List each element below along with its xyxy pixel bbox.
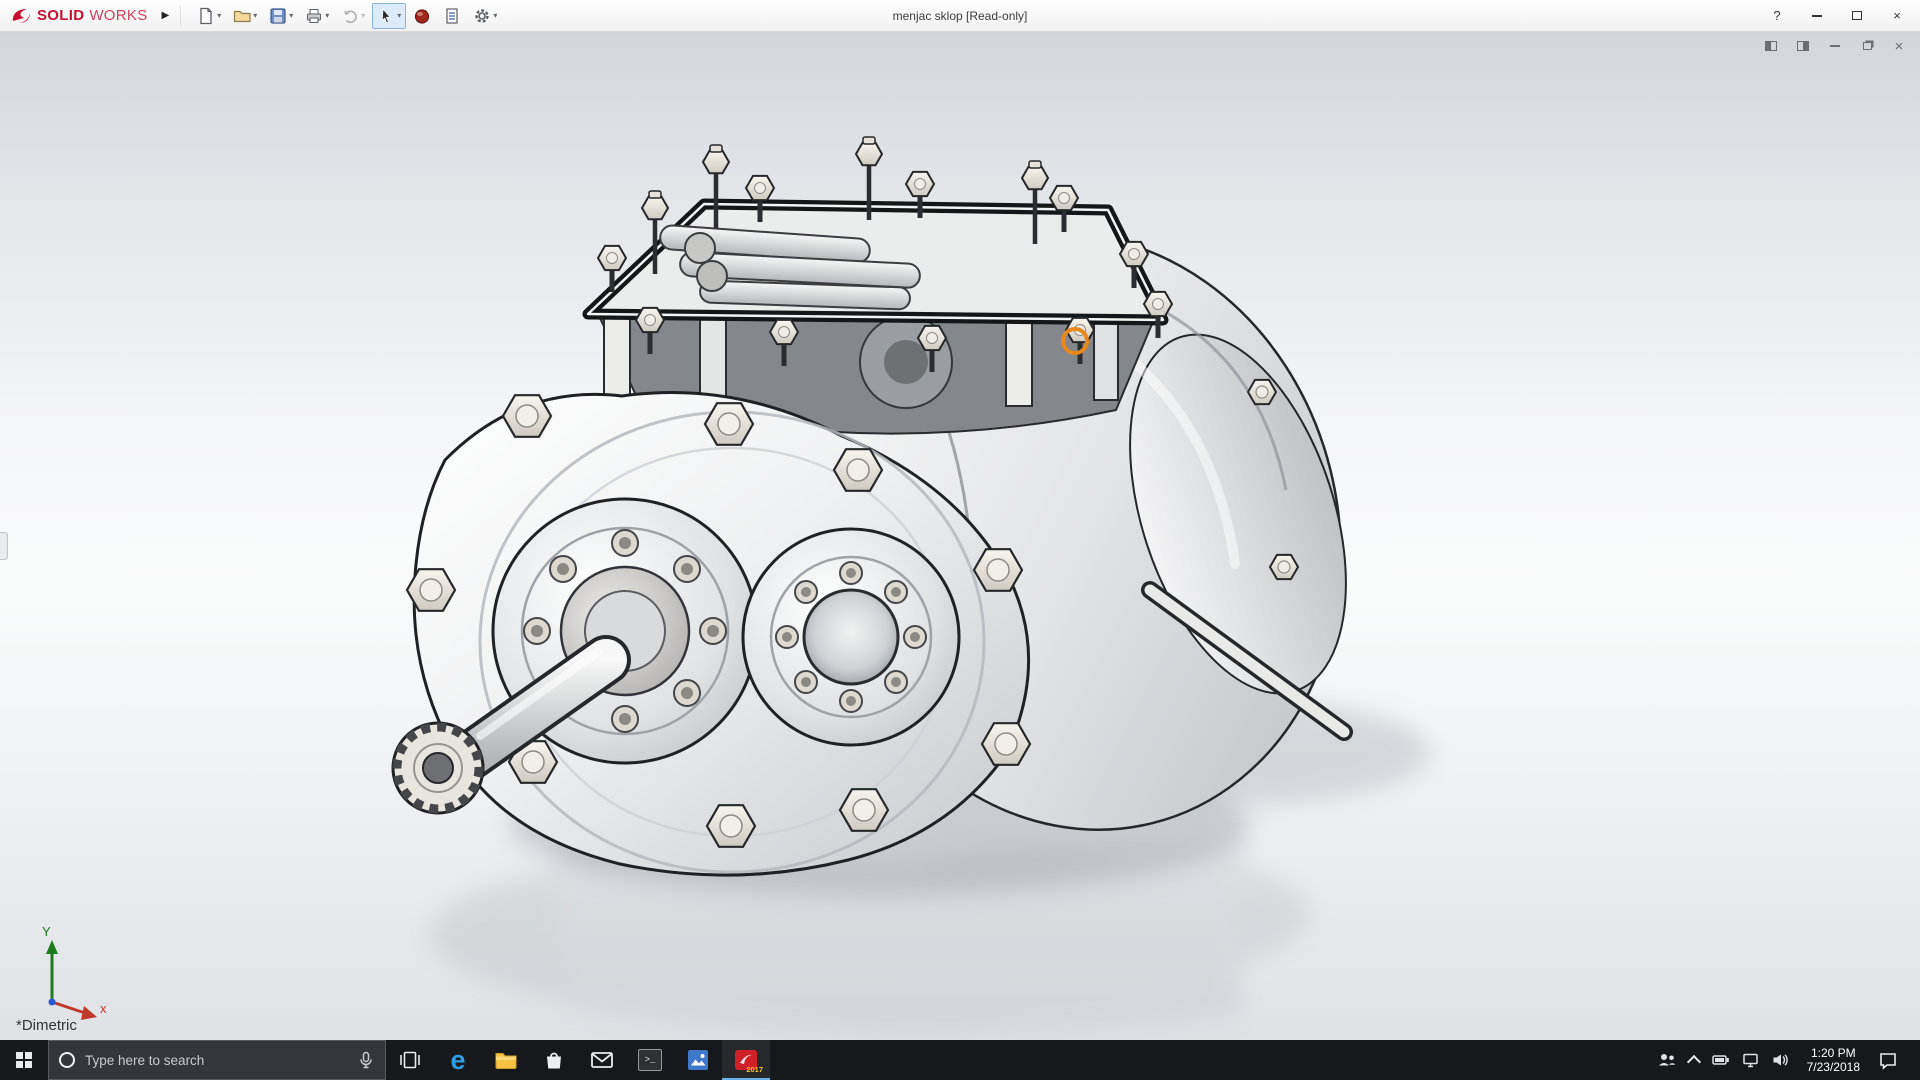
pinned-apps: e >_ — [386, 1040, 770, 1080]
solidworks-logo: SOLID WORKS — [0, 7, 154, 25]
mail-button[interactable] — [578, 1040, 626, 1080]
close-button[interactable]: × — [1890, 8, 1904, 24]
pane-left-icon — [1765, 41, 1777, 51]
photos-button[interactable] — [674, 1040, 722, 1080]
file-explorer-icon — [494, 1048, 518, 1072]
triad-x-label: x — [100, 1001, 107, 1016]
options-button[interactable]: ▾ — [468, 3, 502, 29]
taskbar: Type here to search e — [0, 1040, 1920, 1080]
open-button[interactable]: ▾ — [228, 3, 262, 29]
cortana-icon — [59, 1052, 75, 1068]
brand-solid: SOLID — [37, 7, 84, 24]
command-prompt-button[interactable]: >_ — [626, 1040, 674, 1080]
solidworks-taskbar-button[interactable]: 2017 — [722, 1040, 770, 1080]
battery-icon[interactable] — [1712, 1052, 1729, 1068]
printer-icon — [305, 7, 323, 25]
file-properties-button[interactable] — [438, 3, 466, 29]
pane-right-icon — [1797, 41, 1809, 51]
dassault-logo-icon — [10, 7, 32, 25]
rebuild-button[interactable] — [408, 3, 436, 29]
doc-restore-icon — [1863, 42, 1872, 50]
doc-pane-right-button[interactable] — [1796, 40, 1810, 52]
chevron-down-icon[interactable]: ▾ — [325, 11, 329, 20]
doc-pane-left-button[interactable] — [1764, 40, 1778, 52]
taskbar-clock[interactable]: 1:20 PM 7/23/2018 — [1802, 1046, 1865, 1074]
chevron-down-icon[interactable]: ▾ — [289, 11, 293, 20]
brand-works: WORKS — [89, 7, 147, 24]
task-view-button[interactable] — [386, 1040, 434, 1080]
title-bar: SOLID WORKS ▶ ▾ ▾ — [0, 0, 1920, 32]
document-window-controls: × — [1764, 40, 1906, 52]
clock-time: 1:20 PM — [1807, 1046, 1860, 1060]
gear-icon — [473, 7, 491, 25]
store-button[interactable] — [530, 1040, 578, 1080]
microphone-icon[interactable] — [357, 1051, 375, 1070]
toolbar-separator — [180, 6, 181, 26]
file-explorer-button[interactable] — [482, 1040, 530, 1080]
select-button[interactable]: ▾ — [372, 3, 406, 29]
photos-icon — [686, 1048, 710, 1072]
select-cursor-icon — [377, 7, 395, 25]
clock-date: 7/23/2018 — [1807, 1060, 1860, 1074]
system-tray: 1:20 PM 7/23/2018 — [1657, 1040, 1920, 1080]
menu-expand-arrow[interactable]: ▶ — [154, 8, 178, 23]
search-placeholder: Type here to search — [85, 1053, 347, 1068]
doc-close-button[interactable]: × — [1892, 40, 1906, 52]
chevron-down-icon[interactable]: ▾ — [397, 11, 401, 20]
hidden-icons-chevron[interactable] — [1687, 1055, 1701, 1069]
maximize-icon — [1852, 11, 1862, 20]
new-document-button[interactable]: ▾ — [192, 3, 226, 29]
store-icon — [542, 1048, 566, 1072]
people-icon[interactable] — [1657, 1052, 1676, 1068]
minimize-button[interactable] — [1810, 8, 1824, 24]
file-properties-icon — [443, 7, 461, 25]
taskbar-search[interactable]: Type here to search — [48, 1040, 386, 1080]
new-document-icon — [197, 7, 215, 25]
action-center-icon[interactable] — [1878, 1051, 1898, 1070]
doc-minimize-icon — [1830, 45, 1840, 47]
doc-minimize-button[interactable] — [1828, 40, 1842, 52]
mail-icon — [590, 1048, 614, 1072]
task-view-icon — [398, 1048, 422, 1072]
volume-icon[interactable] — [1772, 1052, 1789, 1068]
window-controls: ? × — [1770, 8, 1920, 24]
gearbox-model: Y x *Dimetric — [0, 62, 1920, 1040]
save-button[interactable]: ▾ — [264, 3, 298, 29]
save-floppy-icon — [269, 7, 287, 25]
start-button[interactable] — [0, 1040, 48, 1080]
edge-icon: e — [450, 1047, 465, 1074]
help-button[interactable]: ? — [1770, 8, 1784, 24]
chevron-down-icon[interactable]: ▾ — [217, 11, 221, 20]
chevron-down-icon[interactable]: ▾ — [493, 11, 497, 20]
undo-arrow-icon — [341, 7, 359, 25]
chevron-down-icon[interactable]: ▾ — [253, 11, 257, 20]
undo-button[interactable]: ▾ — [336, 3, 370, 29]
windows-logo-icon — [16, 1052, 32, 1068]
print-button[interactable]: ▾ — [300, 3, 334, 29]
network-icon[interactable] — [1742, 1052, 1759, 1068]
triad-y-label: Y — [42, 924, 51, 939]
command-prompt-icon: >_ — [638, 1049, 662, 1071]
open-folder-icon — [233, 7, 251, 25]
output-flange — [743, 529, 959, 745]
main-toolbar: ▾ ▾ ▾ — [192, 3, 502, 29]
doc-restore-button[interactable] — [1860, 40, 1874, 52]
minimize-icon — [1812, 15, 1822, 17]
document-title: menjac sklop [Read-only] — [893, 9, 1028, 23]
maximize-button[interactable] — [1850, 8, 1864, 24]
edge-button[interactable]: e — [434, 1040, 482, 1080]
orientation-triad: Y x — [42, 924, 107, 1020]
solidworks-version-badge: 2017 — [746, 1065, 763, 1074]
rebuild-icon — [413, 7, 431, 25]
graphics-viewport[interactable]: × — [0, 32, 1920, 1040]
view-orientation-label: *Dimetric — [16, 1017, 77, 1034]
chevron-down-icon[interactable]: ▾ — [361, 11, 365, 20]
